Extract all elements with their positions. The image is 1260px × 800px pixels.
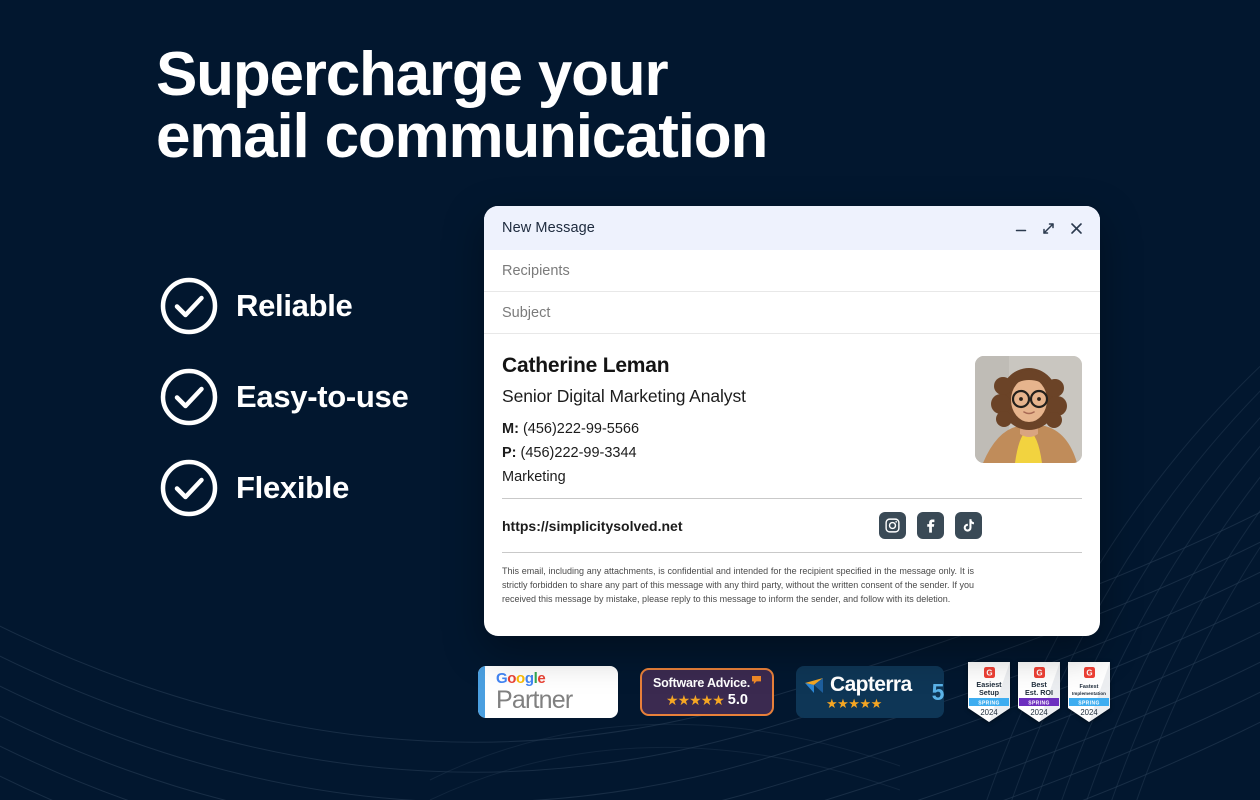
software-advice-title-row: Software Advice. xyxy=(652,675,762,690)
capterra-score: 5 xyxy=(931,678,945,705)
message-body[interactable]: Catherine Leman Senior Digital Marketing… xyxy=(484,334,1100,636)
recipients-placeholder: Recipients xyxy=(502,262,570,279)
google-wordmark: Google xyxy=(496,670,546,687)
tiktok-button[interactable] xyxy=(955,512,982,539)
feature-label: Easy-to-use xyxy=(236,379,409,414)
check-circle-icon xyxy=(160,459,218,517)
capterra-badge: Capterra ★★★★★ 5 xyxy=(796,666,944,718)
speech-bubble-icon xyxy=(752,675,762,684)
signature-mobile-value: (456)222-99-5566 xyxy=(522,421,640,437)
subject-field[interactable]: Subject xyxy=(484,292,1100,334)
window-title: New Message xyxy=(502,220,595,236)
tiktok-icon xyxy=(963,519,974,532)
google-badge-stripe xyxy=(478,666,485,718)
g2-badge-easiest-setup: G Easiest Setup SPRING 2024 xyxy=(968,662,1010,722)
signature-role: Senior Digital Marketing Analyst xyxy=(502,386,746,406)
google-partner-label: Partner xyxy=(496,686,573,714)
capterra-wordmark: Capterra xyxy=(830,673,912,696)
svg-text:SPRING: SPRING xyxy=(1078,700,1100,706)
svg-text:2024: 2024 xyxy=(1030,708,1048,717)
signature-phone-label: P: xyxy=(502,445,517,461)
g2-badges-group: G Easiest Setup SPRING 2024 G Best Est. … xyxy=(966,660,1112,724)
google-partner-badge: Google Partner xyxy=(478,666,618,718)
window-title-bar: New Message xyxy=(484,206,1100,250)
headline-line-1: Supercharge your xyxy=(156,40,669,109)
svg-text:Est. ROI: Est. ROI xyxy=(1025,688,1053,697)
window-controls xyxy=(1014,221,1084,236)
signature-details: Catherine Leman Senior Digital Marketing… xyxy=(502,352,957,485)
website-link[interactable]: https://simplicitysolved.net xyxy=(502,518,682,534)
feature-list: Reliable Easy-to-use Flexible xyxy=(158,275,409,519)
signature-block: Catherine Leman Senior Digital Marketing… xyxy=(502,352,1082,485)
minimize-icon[interactable] xyxy=(1014,221,1028,235)
recipients-field[interactable]: Recipients xyxy=(484,250,1100,292)
capterra-logo-icon xyxy=(805,678,823,693)
software-advice-badge: Software Advice. ★★★★★ 5.0 xyxy=(640,668,774,716)
close-icon[interactable] xyxy=(1069,221,1084,236)
subject-placeholder: Subject xyxy=(502,304,551,321)
svg-text:2024: 2024 xyxy=(980,708,998,717)
new-message-window: New Message Recipients Subject Catherine… xyxy=(484,206,1100,636)
expand-icon[interactable] xyxy=(1041,221,1056,236)
headline-line-2: email communication xyxy=(156,102,768,171)
svg-text:SPRING: SPRING xyxy=(978,700,1000,706)
signature-department: Marketing xyxy=(502,469,566,485)
svg-text:2024: 2024 xyxy=(1080,708,1098,717)
social-links xyxy=(879,512,1082,539)
signature-name: Catherine Leman xyxy=(502,354,670,377)
software-advice-stars: ★★★★★ xyxy=(666,691,725,708)
facebook-icon xyxy=(927,519,935,533)
facebook-button[interactable] xyxy=(917,512,944,539)
svg-text:G: G xyxy=(1086,668,1092,677)
signature-url-row: https://simplicitysolved.net xyxy=(502,499,1082,552)
page-title: Supercharge your email communication xyxy=(156,40,768,171)
svg-text:G: G xyxy=(1036,668,1042,677)
check-circle-icon xyxy=(160,368,218,426)
award-badges-row: Google Partner Software Advice. ★★★★★ 5.… xyxy=(478,660,1112,724)
signature-phone-value: (456)222-99-3344 xyxy=(520,445,637,461)
signature-phone: P: (456)222-99-3344 xyxy=(502,445,957,461)
feature-label: Flexible xyxy=(236,470,350,505)
check-circle-icon xyxy=(160,277,218,335)
feature-label: Reliable xyxy=(236,288,353,323)
svg-text:G: G xyxy=(986,668,992,677)
software-advice-title: Software Advice. xyxy=(652,675,751,690)
svg-text:Implementation: Implementation xyxy=(1072,691,1106,696)
feature-item-easy-to-use: Easy-to-use xyxy=(158,366,409,428)
confidentiality-disclaimer: This email, including any attachments, i… xyxy=(502,566,974,605)
signature-mobile: M: (456)222-99-5566 xyxy=(502,421,957,437)
instagram-button[interactable] xyxy=(879,512,906,539)
svg-text:SPRING: SPRING xyxy=(1028,700,1050,706)
signature-mobile-label: M: xyxy=(502,421,519,437)
g2-badge-best-est-roi: G Best Est. ROI SPRING 2024 xyxy=(1018,662,1060,722)
capterra-stars: ★★★★★ xyxy=(826,696,882,711)
feature-item-reliable: Reliable xyxy=(158,275,408,337)
portrait-illustration xyxy=(975,356,1082,463)
svg-text:Setup: Setup xyxy=(979,688,1000,697)
svg-text:Fastest: Fastest xyxy=(1080,684,1099,690)
avatar xyxy=(975,356,1082,463)
instagram-icon xyxy=(885,518,900,533)
software-advice-score: 5.0 xyxy=(727,692,748,708)
feature-item-flexible: Flexible xyxy=(158,457,408,519)
g2-badge-fastest-implementation: G Fastest Implementation SPRING 2024 xyxy=(1068,662,1110,722)
